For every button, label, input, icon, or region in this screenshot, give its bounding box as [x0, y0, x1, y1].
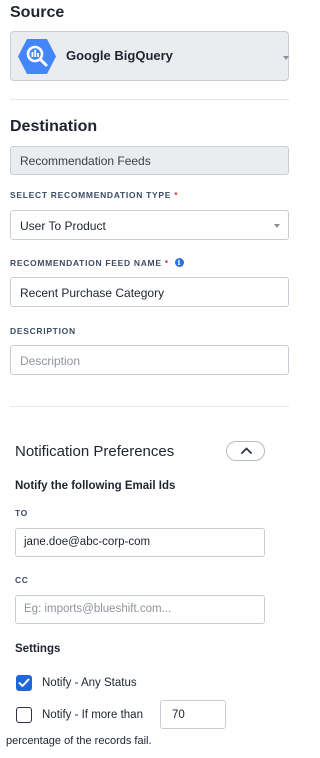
chevron-up-icon — [241, 447, 252, 454]
cc-placeholder: Eg: imports@blueshift.com... — [24, 603, 172, 615]
to-email-input[interactable]: jane.doe@abc-corp-com — [15, 528, 265, 557]
notify-threshold-checkbox[interactable] — [16, 707, 32, 723]
notify-any-status-checkbox[interactable] — [16, 675, 32, 691]
feed-name-input[interactable]: Recent Purchase Category — [10, 277, 289, 307]
to-label: TO — [15, 508, 28, 518]
cc-email-input[interactable]: Eg: imports@blueshift.com... — [15, 595, 265, 624]
notify-threshold-label: Notify - If more than — [42, 709, 143, 721]
source-select[interactable]: Google BigQuery — [10, 31, 289, 81]
divider — [10, 99, 289, 100]
checkmark-icon — [18, 678, 30, 687]
description-label: DESCRIPTION — [10, 326, 76, 336]
notify-emails-subheading: Notify the following Email Ids — [15, 480, 176, 492]
collapse-button[interactable] — [226, 441, 265, 461]
recommendation-type-value: User To Product — [20, 219, 106, 233]
divider — [10, 406, 289, 407]
destination-value: Recommendation Feeds — [20, 154, 151, 168]
feed-name-label: RECOMMENDATION FEED NAME * i — [10, 258, 184, 268]
recommendation-type-select[interactable]: User To Product — [10, 210, 289, 240]
notify-any-status-label: Notify - Any Status — [42, 677, 137, 689]
required-mark: * — [174, 190, 179, 200]
description-input[interactable]: Description — [10, 345, 289, 375]
chevron-down-icon — [283, 56, 289, 60]
destination-heading: Destination — [10, 118, 98, 135]
cc-label: CC — [15, 575, 29, 585]
info-icon[interactable]: i — [174, 258, 184, 267]
source-heading: Source — [10, 4, 65, 21]
source-selected-label: Google BigQuery — [66, 48, 173, 63]
destination-field: Recommendation Feeds — [10, 146, 289, 175]
feed-name-value: Recent Purchase Category — [20, 286, 165, 300]
threshold-percentage-input[interactable]: 70 — [160, 700, 226, 729]
threshold-footer-text: percentage of the records fail. — [6, 735, 152, 747]
description-placeholder: Description — [20, 354, 81, 368]
bigquery-icon — [18, 39, 56, 74]
to-email-value: jane.doe@abc-corp-com — [24, 536, 151, 548]
chevron-down-icon — [274, 224, 280, 228]
threshold-value: 70 — [172, 709, 185, 721]
settings-label: Settings — [15, 643, 61, 655]
notification-preferences-heading: Notification Preferences — [15, 443, 175, 460]
recommendation-type-label: SELECT RECOMMENDATION TYPE * — [10, 190, 179, 200]
required-mark: * — [164, 258, 169, 268]
